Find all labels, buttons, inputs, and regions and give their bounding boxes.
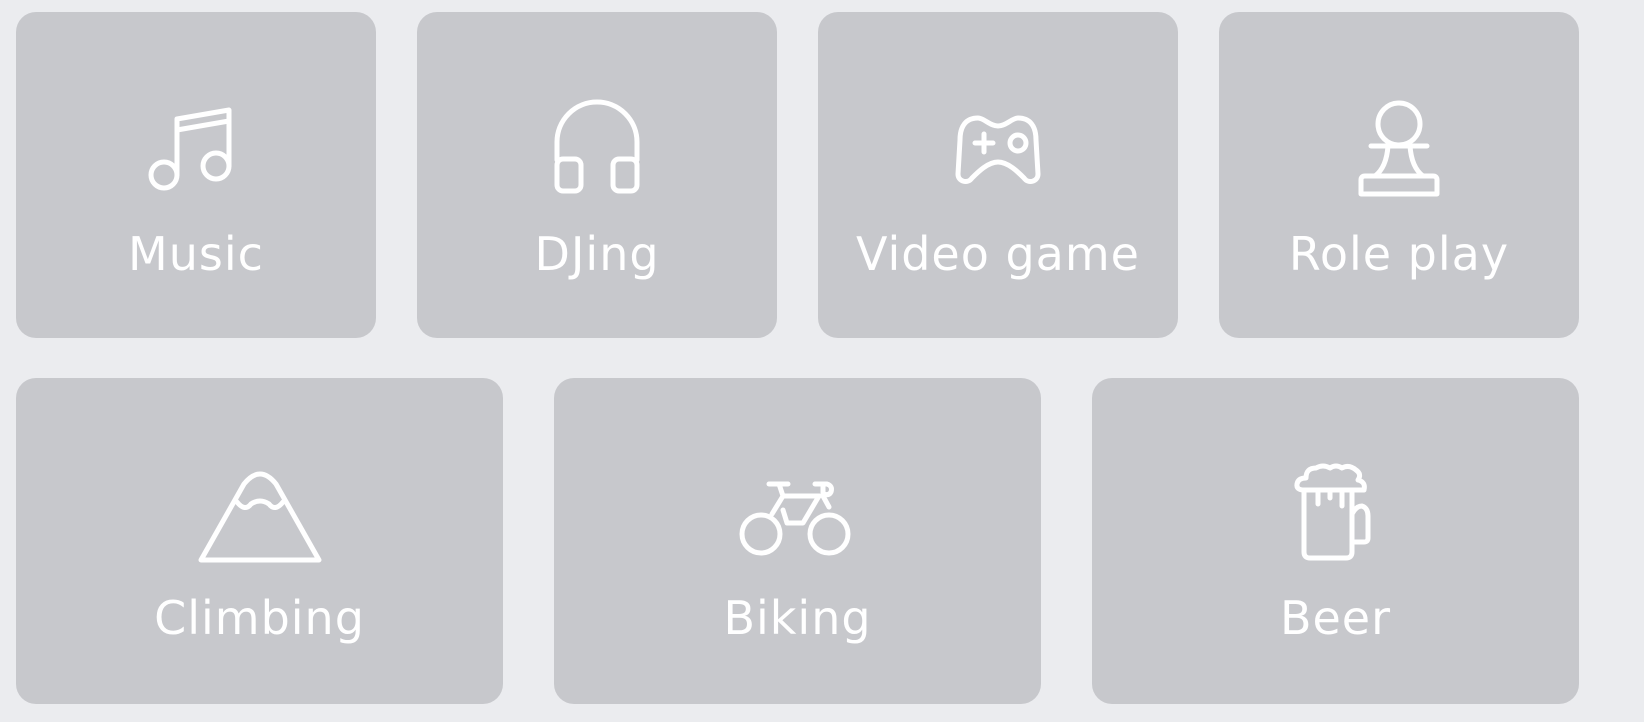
mountain-icon bbox=[195, 462, 325, 563]
music-note-icon bbox=[146, 98, 246, 198]
chess-pawn-icon bbox=[1349, 98, 1449, 198]
category-card-beer[interactable]: Beer bbox=[1092, 378, 1579, 704]
bicycle-icon bbox=[738, 462, 858, 562]
category-card-djing[interactable]: DJing bbox=[417, 12, 777, 338]
category-label: Music bbox=[128, 227, 264, 281]
category-label: DJing bbox=[534, 227, 660, 281]
category-card-video-game[interactable]: Video game bbox=[818, 12, 1178, 338]
category-card-music[interactable]: Music bbox=[16, 12, 376, 338]
headphones-icon bbox=[547, 98, 647, 198]
category-label: Beer bbox=[1279, 591, 1392, 645]
category-label: Video game bbox=[855, 227, 1140, 281]
gamepad-icon bbox=[948, 98, 1048, 198]
category-card-biking[interactable]: Biking bbox=[554, 378, 1041, 704]
category-card-climbing[interactable]: Climbing bbox=[16, 378, 503, 704]
beer-mug-icon bbox=[1286, 462, 1386, 562]
category-card-role-play[interactable]: Role play bbox=[1219, 12, 1579, 338]
category-label: Climbing bbox=[154, 591, 365, 645]
category-label: Biking bbox=[723, 591, 872, 645]
category-label: Role play bbox=[1288, 227, 1510, 281]
